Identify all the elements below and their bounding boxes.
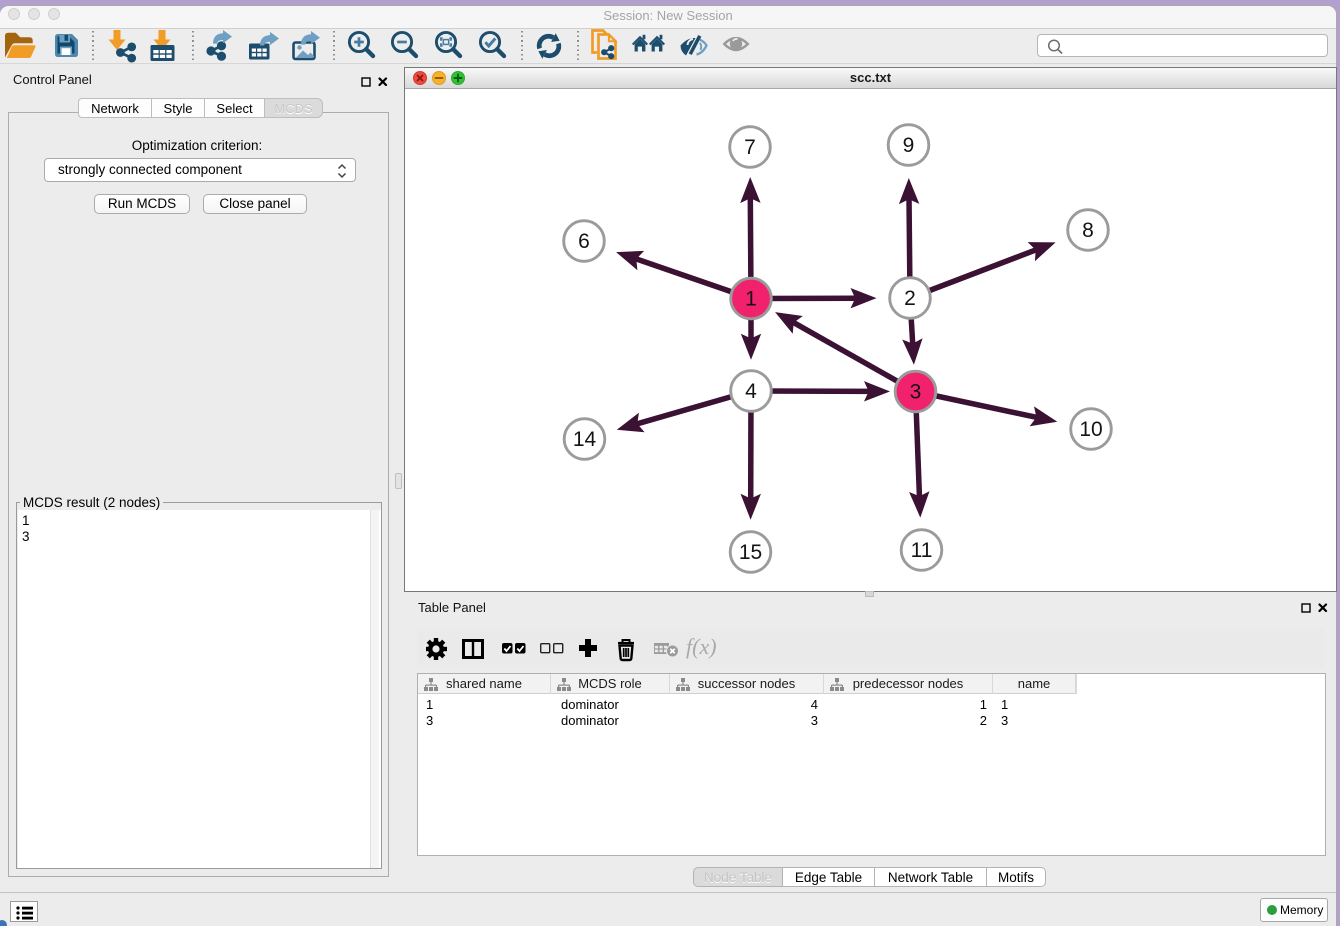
svg-text:14: 14	[573, 428, 597, 451]
svg-text:11: 11	[911, 539, 933, 562]
svg-text:10: 10	[1079, 418, 1102, 441]
svg-text:4: 4	[745, 380, 757, 403]
svg-text:2: 2	[904, 287, 916, 310]
svg-text:15: 15	[739, 541, 762, 564]
svg-text:1: 1	[745, 288, 757, 311]
svg-text:9: 9	[903, 134, 915, 157]
svg-text:8: 8	[1082, 219, 1094, 242]
svg-text:3: 3	[910, 381, 922, 404]
svg-text:7: 7	[744, 136, 756, 159]
svg-text:6: 6	[578, 230, 590, 253]
